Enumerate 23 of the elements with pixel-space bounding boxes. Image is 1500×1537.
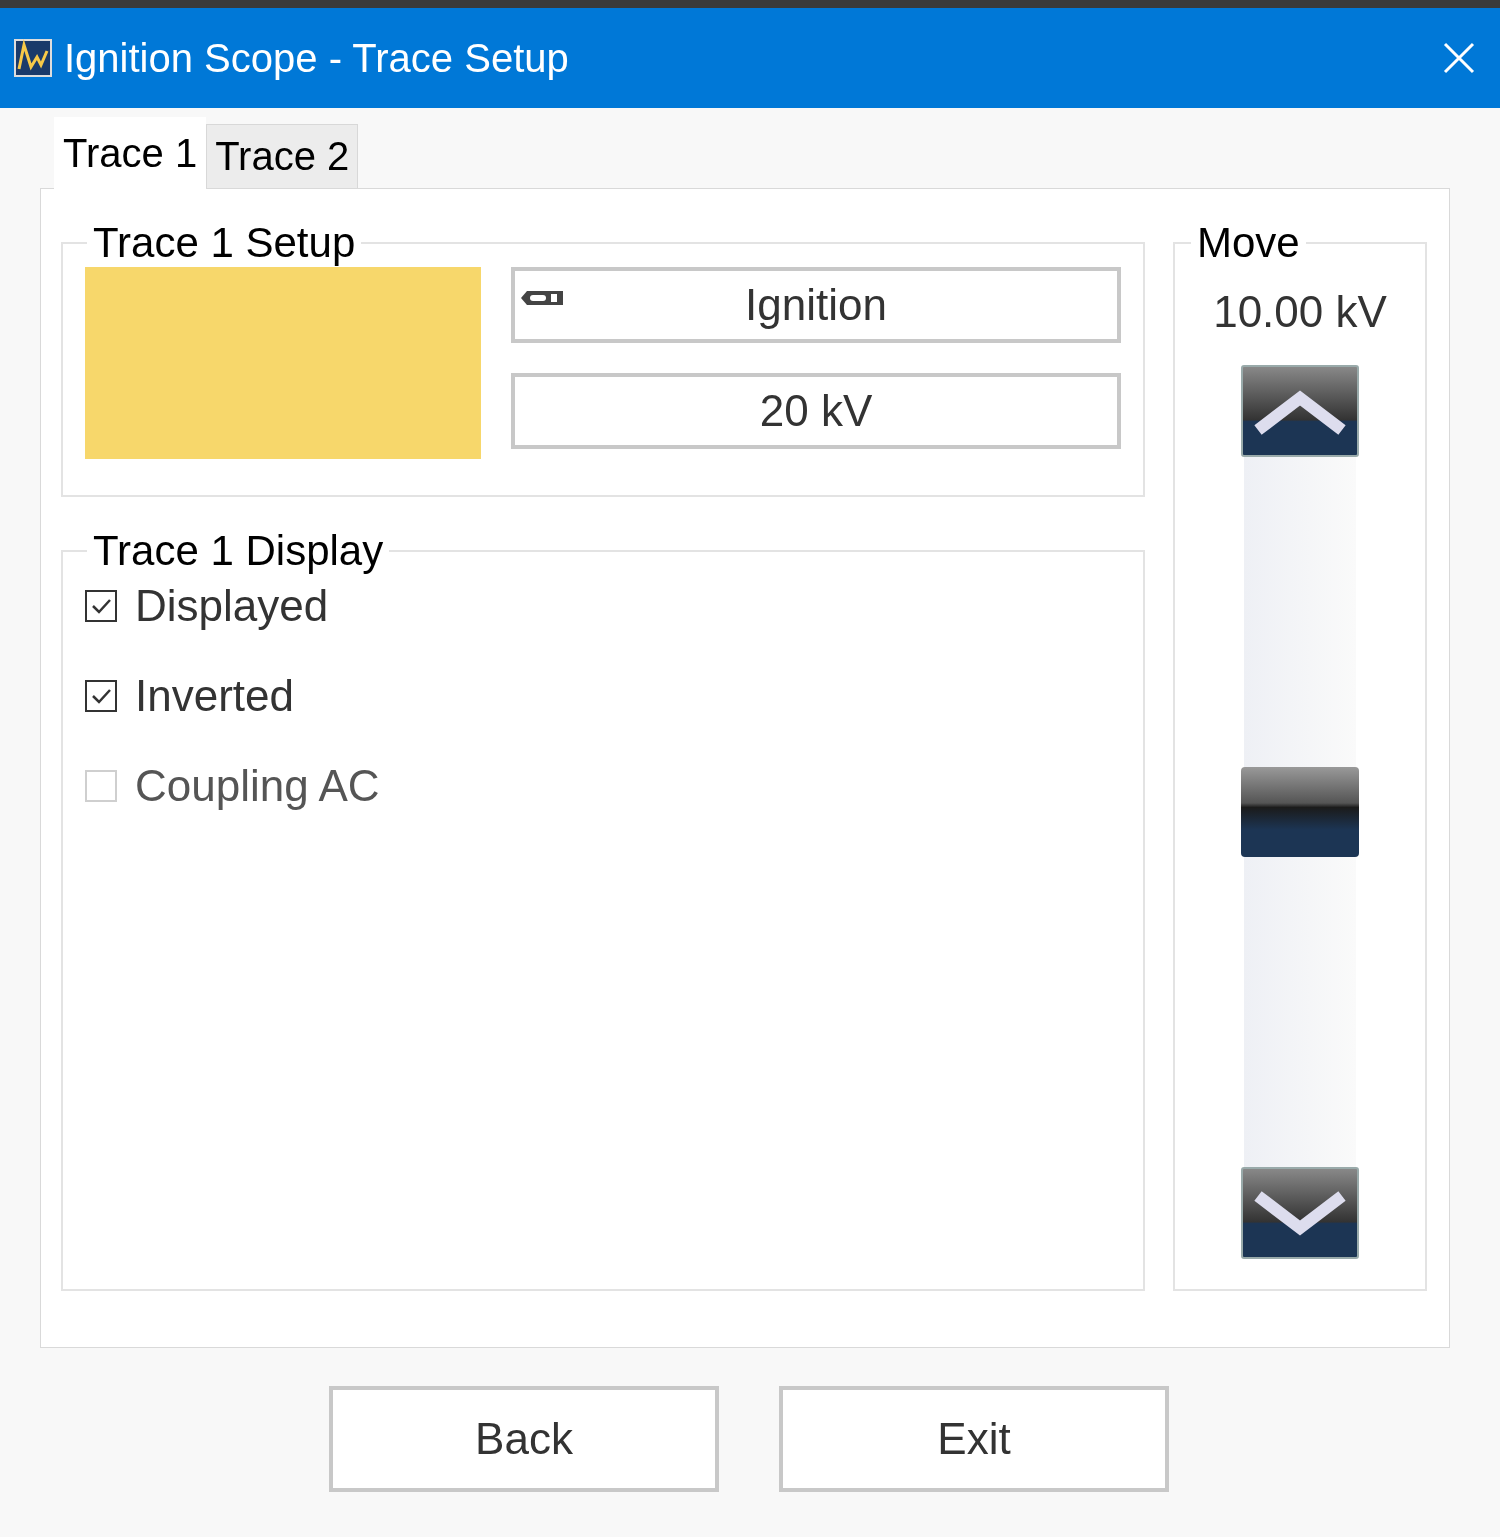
trace-color-swatch[interactable]	[85, 267, 481, 459]
app-icon	[14, 39, 52, 77]
checkbox-label: Displayed	[135, 581, 329, 631]
dialog-button[interactable]: Exit	[779, 1386, 1169, 1492]
group-title: Trace 1 Display	[92, 527, 385, 575]
checkbox[interactable]	[85, 590, 117, 622]
slider-thumb[interactable]	[1241, 767, 1359, 857]
checkbox[interactable]	[85, 680, 117, 712]
up-button[interactable]	[1241, 365, 1359, 457]
group-title: Trace 1 Setup	[92, 219, 357, 267]
probe-button[interactable]: Ignition	[511, 267, 1121, 343]
tab[interactable]: Trace 2	[206, 124, 359, 188]
tab[interactable]: Trace 1	[54, 117, 207, 189]
check-icon	[90, 597, 112, 615]
window-title: Ignition Scope - Trace Setup	[64, 35, 570, 81]
down-button[interactable]	[1241, 1167, 1359, 1259]
group-title: Move	[1196, 219, 1301, 267]
offset-reading: 10.00 kV	[1213, 287, 1387, 337]
dialog-button[interactable]: Back	[329, 1386, 719, 1492]
checkbox-label: Coupling AC	[135, 761, 380, 811]
check-icon	[90, 687, 112, 705]
checkbox-label: Inverted	[135, 671, 294, 721]
range-button[interactable]: 20 kV	[511, 373, 1121, 449]
